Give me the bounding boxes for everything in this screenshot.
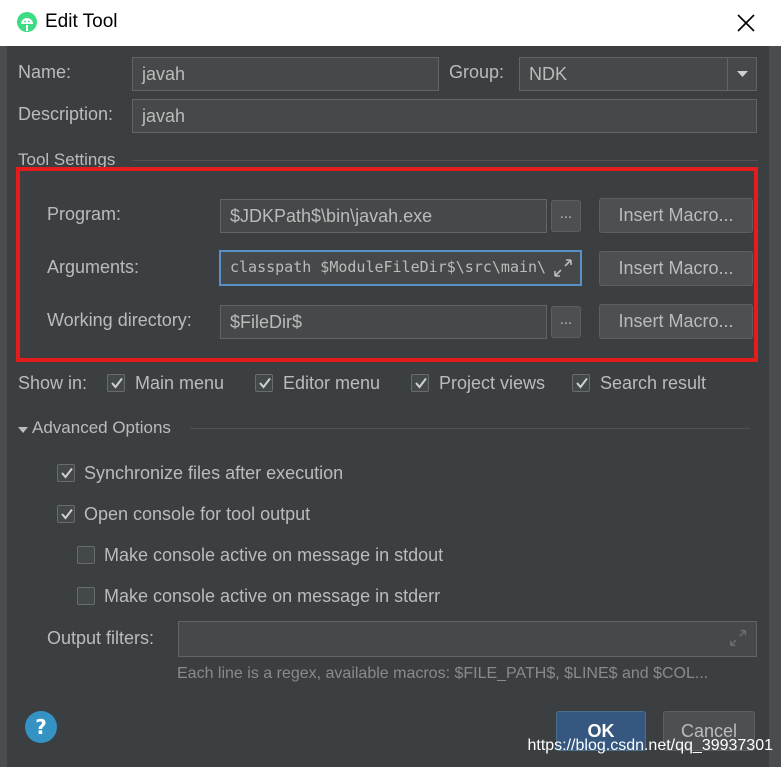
highlight-box	[16, 167, 758, 362]
description-input[interactable]: javah	[132, 99, 757, 133]
check-icon	[576, 377, 588, 389]
close-icon[interactable]	[735, 12, 757, 34]
project-views-checkbox[interactable]	[411, 374, 429, 392]
advanced-options-title[interactable]: Advanced Options	[32, 418, 171, 438]
search-result-label: Search result	[600, 373, 707, 393]
output-filters-input[interactable]	[178, 621, 757, 657]
sync-files-label: Synchronize files after execution	[84, 463, 344, 483]
tool-settings-divider	[132, 160, 758, 161]
watermark: https://blog.csdn.net/qq_39937301	[527, 737, 773, 754]
check-icon	[415, 377, 427, 389]
group-value: NDK	[529, 64, 568, 84]
check-icon	[111, 377, 123, 389]
help-label: ?	[35, 715, 47, 739]
check-icon	[61, 467, 73, 479]
help-icon[interactable]: ?	[25, 711, 57, 743]
right-frame	[769, 46, 781, 767]
output-filters-label: Output filters:	[47, 628, 155, 648]
main-menu-label: Main menu	[135, 373, 225, 393]
sync-files-checkbox[interactable]	[57, 464, 75, 482]
android-icon	[16, 11, 38, 33]
expand-icon[interactable]	[727, 627, 749, 649]
main-menu-checkbox[interactable]	[107, 374, 125, 392]
search-result-checkbox[interactable]	[572, 374, 590, 392]
show-in-label: Show in:	[18, 373, 88, 393]
dropdown-arrow-icon[interactable]	[727, 58, 757, 90]
group-label: Group:	[449, 62, 505, 82]
editor-menu-checkbox[interactable]	[255, 374, 273, 392]
open-console-checkbox[interactable]	[57, 505, 75, 523]
group-select[interactable]: NDK	[519, 57, 757, 91]
description-label: Description:	[18, 104, 114, 124]
open-console-label: Open console for tool output	[84, 504, 311, 524]
output-filters-hint: Each line is a regex, available macros: …	[177, 665, 709, 682]
console-stdout-checkbox[interactable]	[77, 546, 95, 564]
check-icon	[61, 508, 73, 520]
name-label: Name:	[18, 62, 72, 82]
triangle-down-icon[interactable]	[17, 421, 29, 433]
advanced-divider	[190, 428, 750, 429]
console-stdout-label: Make console active on message in stdout	[104, 545, 444, 565]
left-frame	[0, 46, 7, 767]
window-title: Edit Tool	[45, 11, 118, 32]
name-input[interactable]: javah	[132, 57, 439, 91]
project-views-label: Project views	[439, 373, 546, 393]
console-stderr-label: Make console active on message in stderr	[104, 586, 441, 606]
check-icon	[259, 377, 271, 389]
editor-menu-label: Editor menu	[283, 373, 381, 393]
console-stderr-checkbox[interactable]	[77, 587, 95, 605]
